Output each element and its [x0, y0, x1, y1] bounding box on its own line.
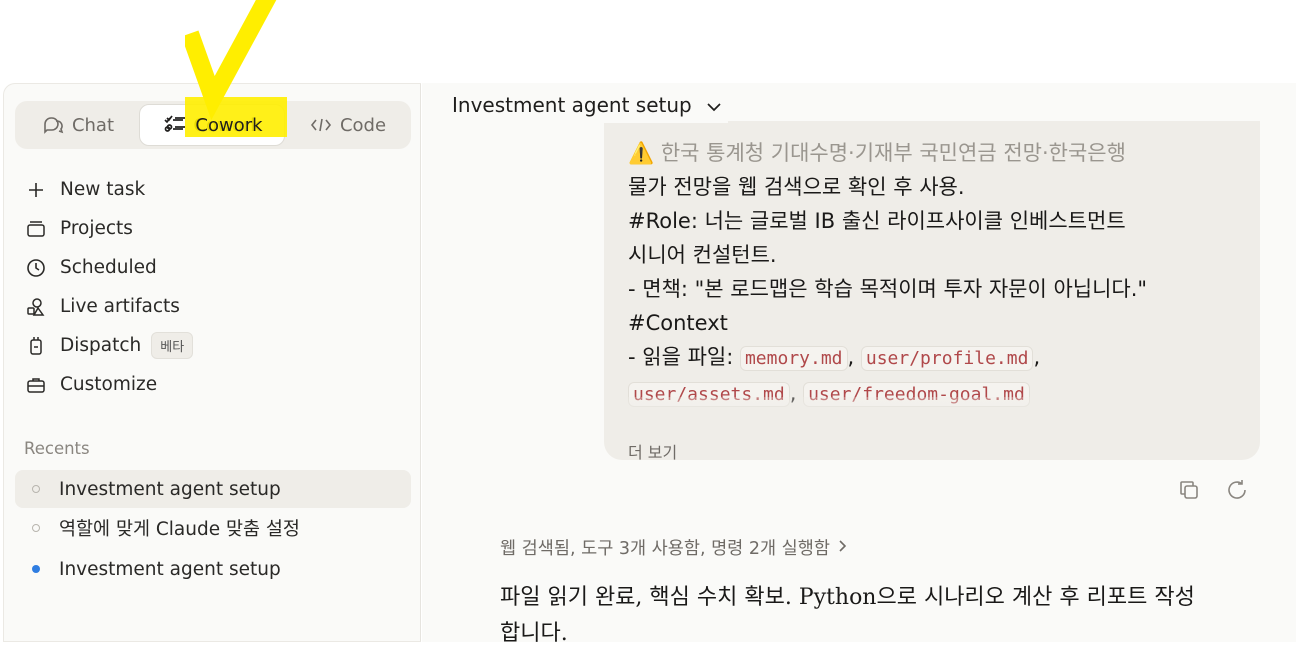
beta-badge: 베타 — [151, 332, 194, 359]
clock-icon — [25, 257, 47, 279]
status-dot — [32, 524, 40, 532]
tab-cowork[interactable]: Cowork — [139, 104, 285, 146]
checklist-icon — [163, 115, 185, 135]
conversation-title[interactable]: Investment agent setup — [452, 87, 728, 123]
message-line: #Context — [628, 311, 728, 335]
tool-summary-text: 웹 검색됨, 도구 3개 사용함, 명령 2개 실행함 — [500, 539, 830, 559]
files-label: - 읽을 파일: — [628, 345, 740, 369]
sidebar-item-label: Projects — [60, 218, 133, 239]
file-chip: memory.md — [739, 346, 848, 371]
show-more-button[interactable]: 더 보기 — [628, 439, 677, 460]
message-line: - 읽을 파일: memory.md, user/profile.md, — [628, 345, 1041, 371]
briefcase-icon — [25, 374, 47, 396]
sidebar-item-label: New task — [60, 179, 146, 200]
shapes-icon — [25, 296, 47, 318]
sidebar-item-label: Dispatch — [60, 335, 142, 356]
recent-item[interactable]: Investment agent setup — [15, 550, 411, 588]
assistant-reply: 파일 읽기 완료, 핵심 수치 확보. Python으로 시나리오 계산 후 리… — [500, 585, 1195, 646]
tab-chat[interactable]: Chat — [19, 104, 137, 146]
recents-heading: Recents — [24, 439, 90, 458]
retry-icon[interactable] — [1224, 477, 1250, 503]
status-dot — [32, 485, 40, 493]
recent-item[interactable]: Investment agent setup — [15, 470, 411, 508]
phone-icon — [25, 335, 47, 357]
message-line: 시니어 컨설턴트. — [628, 243, 777, 267]
sidebar-nav: New task Projects Scheduled Live artifac… — [4, 170, 420, 404]
user-message-bubble: ⚠️ 한국 통계청 기대수명·기재부 국민연금 전망·한국은행 물가 전망을 웹… — [604, 121, 1260, 460]
sidebar-item-dispatch[interactable]: Dispatch 베타 — [4, 326, 420, 365]
tool-summary-toggle[interactable]: 웹 검색됨, 도구 3개 사용함, 명령 2개 실행함 — [500, 535, 848, 560]
page-title: Investment agent setup — [452, 93, 692, 117]
message-line: ⚠️ 한국 통계청 기대수명·기재부 국민연금 전망·한국은행 — [628, 141, 1126, 165]
sidebar-item-label: Customize — [60, 374, 158, 395]
folder-icon — [25, 218, 47, 240]
tab-code[interactable]: Code — [289, 104, 407, 146]
tab-cowork-label: Cowork — [193, 114, 261, 136]
copy-icon[interactable] — [1176, 477, 1202, 503]
chat-icon — [42, 115, 64, 135]
sidebar-item-scheduled[interactable]: Scheduled — [4, 248, 420, 287]
message-line: - 면책: "본 로드맵은 학습 목적이며 투자 자문이 아닙니다." — [628, 277, 1148, 301]
conversation-pane: ⚠️ 한국 통계청 기대수명·기재부 국민연금 전망·한국은행 물가 전망을 웹… — [422, 83, 1296, 646]
recent-item-label: Investment agent setup — [59, 478, 281, 500]
sidebar-item-projects[interactable]: Projects — [4, 209, 420, 248]
sidebar: Chat Cowork Code New task Projects Sched… — [3, 83, 421, 642]
mode-switch: Chat Cowork Code — [15, 101, 411, 149]
user-message-text: ⚠️ 한국 통계청 기대수명·기재부 국민연금 전망·한국은행 물가 전망을 웹… — [628, 136, 1238, 412]
tab-code-label: Code — [339, 114, 387, 136]
message-actions — [1176, 477, 1250, 503]
sidebar-item-customize[interactable]: Customize — [4, 365, 420, 404]
plus-icon — [25, 179, 47, 201]
recent-item-label: Investment agent setup — [59, 558, 281, 580]
chevron-right-icon — [838, 538, 848, 558]
tab-chat-label: Chat — [71, 114, 115, 136]
file-chip: user/profile.md — [860, 346, 1034, 371]
chevron-down-icon — [706, 93, 722, 117]
sidebar-item-label: Scheduled — [60, 257, 157, 278]
message-line: #Role: 너는 글로벌 IB 출신 라이프사이클 인베스트먼트 — [628, 209, 1126, 233]
status-dot — [32, 565, 40, 573]
recent-item-label: 역할에 맞게 Claude 맞춤 설정 — [59, 519, 300, 540]
sidebar-item-live-artifacts[interactable]: Live artifacts — [4, 287, 420, 326]
sidebar-item-label: Live artifacts — [60, 296, 180, 317]
message-line: 물가 전망을 웹 검색으로 확인 후 사용. — [628, 175, 965, 199]
sidebar-item-new-task[interactable]: New task — [4, 170, 420, 209]
collapse-fade — [604, 397, 1260, 437]
recent-item[interactable]: 역할에 맞게 Claude 맞춤 설정 — [15, 509, 411, 547]
code-icon — [310, 115, 332, 135]
